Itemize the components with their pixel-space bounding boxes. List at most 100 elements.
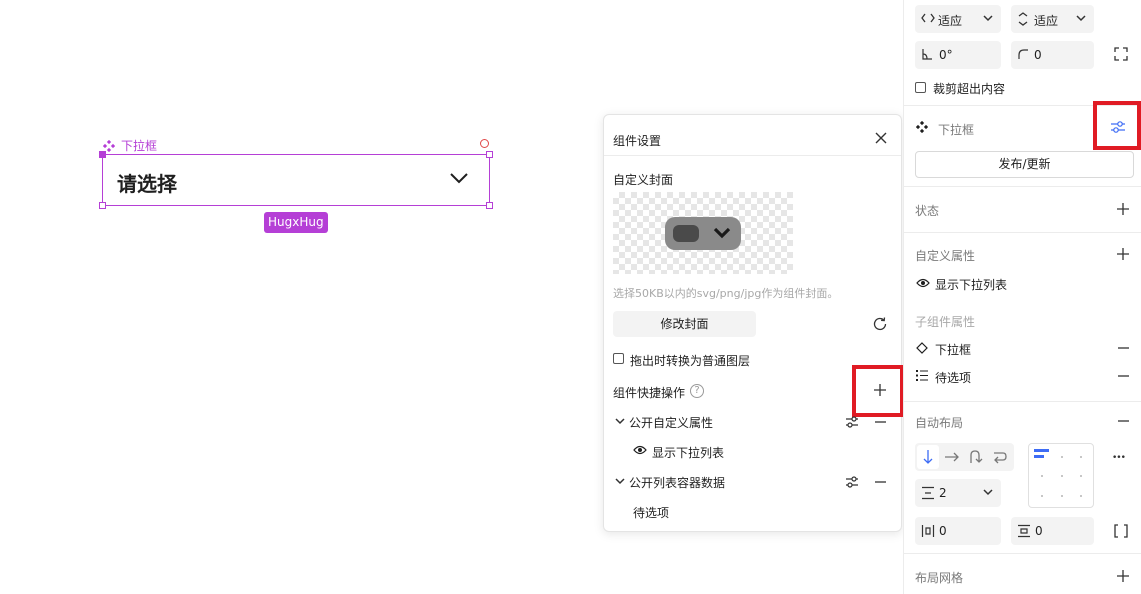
properties-panel: 适应 适应 0° 0 裁剪超出内容 下拉框 发布/更新 状态 自定义属性 显示下… <box>903 0 1141 594</box>
vertical-resize-icon <box>1017 12 1029 26</box>
divider <box>904 401 1141 402</box>
width-mode-value: 适应 <box>938 14 963 28</box>
add-icon[interactable] <box>1117 570 1129 582</box>
clip-content-label: 裁剪超出内容 <box>933 82 1006 96</box>
gap-value: 2 <box>939 486 947 500</box>
remove-icon[interactable] <box>1118 375 1129 377</box>
padding-vertical-field[interactable]: 0 <box>1011 517 1094 545</box>
dropdown-component[interactable]: 请选择 <box>99 151 493 209</box>
group-child: 显示下拉列表 <box>652 446 725 460</box>
chevron-down-icon <box>449 171 469 185</box>
custom-props-label: 自定义属性 <box>915 249 976 263</box>
group-label: 公开列表容器数据 <box>629 476 726 490</box>
convert-checkbox[interactable] <box>613 353 624 364</box>
add-icon[interactable] <box>1117 203 1129 215</box>
height-mode-value: 适应 <box>1034 14 1059 28</box>
divider <box>904 232 1141 233</box>
state-label: 状态 <box>915 204 940 218</box>
edit-cover-button[interactable]: 修改封面 <box>613 311 756 337</box>
expand-corners-icon[interactable] <box>1114 47 1128 61</box>
remove-icon[interactable] <box>875 421 886 423</box>
resize-handle-top-right[interactable] <box>486 151 493 158</box>
height-mode-select[interactable]: 适应 <box>1011 5 1094 33</box>
convert-checkbox-label: 拖出时转换为普通图层 <box>630 354 751 368</box>
size-badge: HugxHug <box>264 212 328 233</box>
diamond-icon <box>916 342 928 354</box>
rotation-value: 0° <box>939 48 953 62</box>
component-tag-label: 下拉框 <box>121 139 158 153</box>
remove-icon[interactable] <box>1118 420 1129 422</box>
dropdown-placeholder: 请选择 <box>117 172 177 196</box>
angle-icon <box>921 48 933 60</box>
chevron-down-icon <box>983 489 993 496</box>
direction-wrap-reverse[interactable] <box>989 445 1011 469</box>
quick-actions-label: 组件快捷操作 <box>613 386 686 400</box>
padding-horizontal-value: 0 <box>939 524 947 538</box>
direction-horizontal[interactable] <box>941 445 963 469</box>
remove-icon[interactable] <box>875 481 886 483</box>
cover-label: 自定义封面 <box>613 173 674 187</box>
add-icon[interactable] <box>874 384 886 396</box>
child-item[interactable]: 待选项 <box>935 369 971 386</box>
custom-prop-item[interactable]: 显示下拉列表 <box>935 276 1007 293</box>
padding-vertical-value: 0 <box>1035 524 1043 538</box>
remove-icon[interactable] <box>1118 347 1129 349</box>
component-name: 下拉框 <box>938 123 975 137</box>
radius-value: 0 <box>1034 48 1042 62</box>
group-child: 待选项 <box>633 506 670 520</box>
child-item[interactable]: 下拉框 <box>935 341 971 358</box>
group-label: 公开自定义属性 <box>629 416 714 430</box>
popover-title: 组件设置 <box>613 134 662 148</box>
component-icon <box>916 121 928 133</box>
eye-icon <box>916 278 930 288</box>
help-icon[interactable]: ? <box>690 384 704 398</box>
radius-field[interactable]: 0 <box>1011 41 1094 69</box>
horizontal-resize-icon <box>921 12 935 24</box>
layout-grid-label: 布局网格 <box>915 571 964 585</box>
more-icon[interactable]: ••• <box>1112 453 1126 463</box>
direction-vertical[interactable] <box>917 445 939 469</box>
cover-thumbnail <box>665 217 741 250</box>
clip-content-checkbox[interactable] <box>915 82 926 93</box>
independent-padding-icon[interactable] <box>1114 524 1128 538</box>
chevron-down-icon <box>1076 15 1086 22</box>
chevron-down-icon[interactable] <box>615 417 625 425</box>
alignment-grid[interactable] <box>1028 443 1094 508</box>
settings-sliders-icon[interactable] <box>845 475 859 489</box>
divider <box>604 155 901 156</box>
divider <box>904 553 1141 554</box>
chevron-down-icon[interactable] <box>615 477 625 485</box>
width-mode-select[interactable]: 适应 <box>915 5 1001 33</box>
direction-wrap[interactable] <box>965 445 987 469</box>
padding-vertical-icon <box>1017 524 1031 538</box>
eye-icon <box>633 445 647 455</box>
rotate-handle[interactable] <box>480 139 489 148</box>
component-tag[interactable]: 下拉框 <box>103 137 157 154</box>
resize-handle-top-left[interactable] <box>99 151 106 158</box>
resize-handle-bottom-left[interactable] <box>99 202 106 209</box>
padding-horizontal-icon <box>921 524 935 538</box>
gap-icon <box>921 486 935 500</box>
component-settings-icon[interactable] <box>1110 119 1126 135</box>
publish-button[interactable]: 发布/更新 <box>915 151 1134 178</box>
corner-radius-icon <box>1017 48 1029 60</box>
auto-layout-label: 自动布局 <box>915 416 964 430</box>
settings-sliders-icon[interactable] <box>845 415 859 429</box>
direction-toggle <box>915 443 1014 471</box>
component-icon <box>103 139 115 152</box>
close-icon[interactable] <box>875 132 887 144</box>
chevron-down-icon <box>983 15 993 22</box>
add-icon[interactable] <box>1117 248 1129 260</box>
divider <box>904 186 1141 187</box>
padding-horizontal-field[interactable]: 0 <box>915 517 1001 545</box>
rotation-field[interactable]: 0° <box>915 41 1001 69</box>
cover-hint: 选择50KB以内的svg/png/jpg作为组件封面。 <box>613 287 839 300</box>
list-icon <box>916 370 928 381</box>
resize-handle-bottom-right[interactable] <box>486 202 493 209</box>
refresh-icon[interactable] <box>872 316 888 332</box>
child-props-label: 子组件属性 <box>915 315 976 329</box>
component-settings-popover: 组件设置 自定义封面 选择50KB以内的svg/png/jpg作为组件封面。 修… <box>603 114 904 532</box>
cover-preview <box>613 192 793 274</box>
chevron-down-icon <box>712 226 732 240</box>
gap-select[interactable]: 2 <box>915 479 1001 507</box>
